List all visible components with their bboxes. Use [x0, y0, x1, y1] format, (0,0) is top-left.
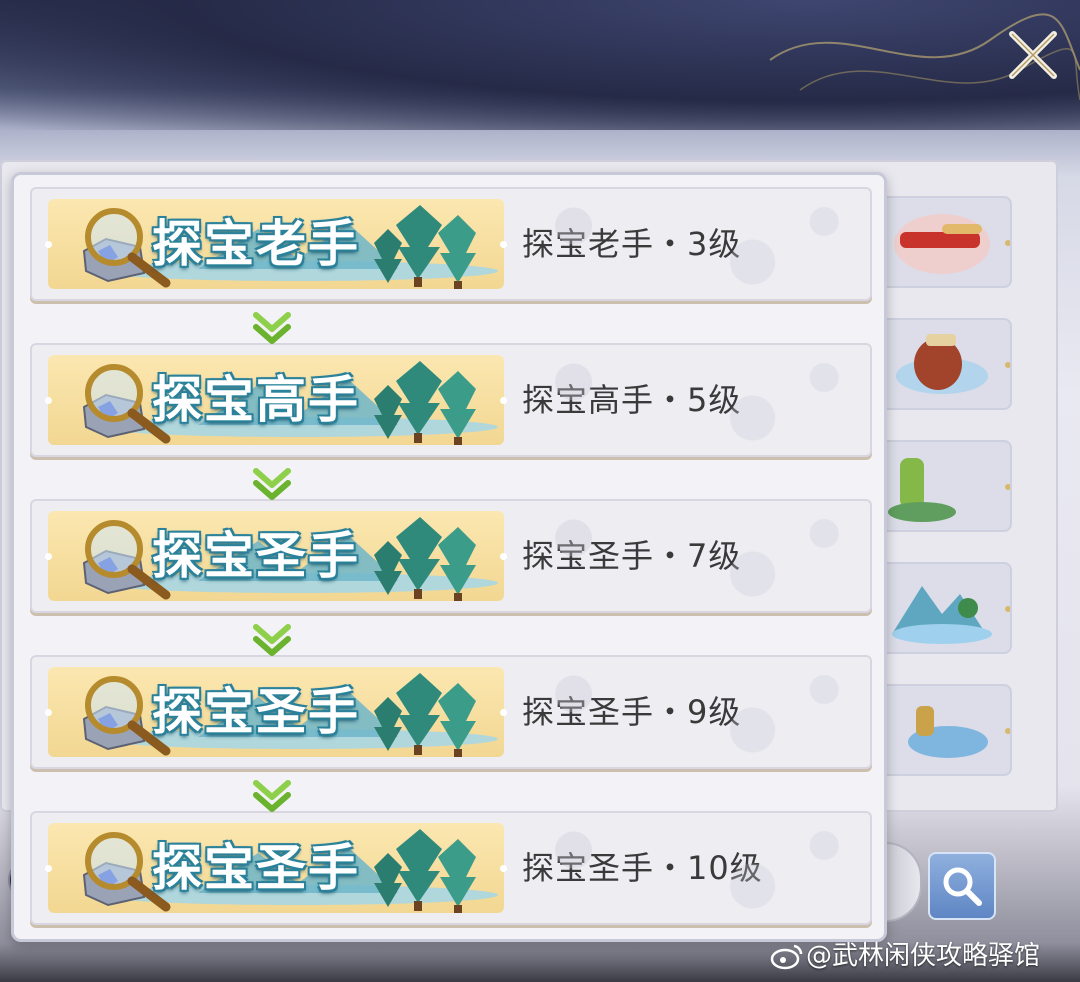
badge-dot	[500, 241, 507, 248]
side-dot	[1005, 728, 1010, 734]
rank-label: 探宝圣手・10级	[522, 849, 763, 887]
red-scroll-icon	[894, 214, 990, 274]
rank-label: 探宝老手・3级	[522, 225, 742, 263]
chevron-down-icon	[253, 468, 291, 500]
side-item-1[interactable]	[880, 196, 1012, 288]
rank-row[interactable]: 探宝圣手 探宝圣手・10级	[30, 811, 872, 925]
badge-dot	[45, 865, 52, 872]
green-lantern-icon	[888, 458, 956, 522]
search-icon	[943, 867, 982, 906]
side-dot	[1005, 362, 1010, 368]
badge-dot	[500, 865, 507, 872]
sky-background	[0, 0, 1080, 130]
badge-dot	[500, 397, 507, 404]
chevron-down-icon	[253, 312, 291, 344]
rank-label: 探宝圣手・7级	[522, 537, 742, 575]
search-button[interactable]	[928, 852, 996, 920]
rank-popup: 探宝老手 探宝老手・3级 探宝高手 探宝高手・5级 探宝圣手 探宝圣手・7级 探宝圣手 探宝圣…	[11, 172, 887, 942]
rank-badge: 探宝圣手	[45, 511, 507, 601]
rank-badge: 探宝高手	[45, 355, 507, 445]
watermark-text: @武林闲侠攻略驿馆	[806, 941, 1041, 971]
collapsed-button[interactable]	[886, 842, 922, 922]
side-item-2[interactable]	[880, 318, 1012, 410]
side-dot	[1005, 484, 1010, 490]
rank-row[interactable]: 探宝老手 探宝老手・3级	[30, 187, 872, 301]
side-dot	[1005, 606, 1010, 612]
badge-title: 探宝圣手	[152, 682, 360, 741]
badge-dot	[45, 553, 52, 560]
chevron-down-icon	[253, 780, 291, 812]
rank-badge: 探宝老手	[45, 199, 507, 289]
close-icon[interactable]	[1000, 22, 1066, 88]
cloud-scroll-icon	[908, 706, 988, 758]
mountain-travel-icon	[892, 586, 992, 644]
rank-row[interactable]: 探宝高手 探宝高手・5级	[30, 343, 872, 457]
side-item-5[interactable]	[880, 684, 1012, 776]
rank-badge: 探宝圣手	[45, 823, 507, 913]
badge-dot	[45, 709, 52, 716]
weibo-icon	[770, 944, 803, 970]
rank-row[interactable]: 探宝圣手 探宝圣手・9级	[30, 655, 872, 769]
chevron-down-icon	[253, 624, 291, 656]
side-item-3[interactable]	[880, 440, 1012, 532]
badge-dot	[500, 553, 507, 560]
wine-jar-icon	[896, 334, 988, 394]
badge-title: 探宝圣手	[152, 838, 360, 897]
badge-dot	[45, 397, 52, 404]
badge-dot	[500, 709, 507, 716]
rank-label: 探宝高手・5级	[522, 381, 742, 419]
side-item-4[interactable]	[880, 562, 1012, 654]
rank-label: 探宝圣手・9级	[522, 693, 742, 731]
badge-title: 探宝老手	[152, 214, 360, 273]
rank-row[interactable]: 探宝圣手 探宝圣手・7级	[30, 499, 872, 613]
badge-dot	[45, 241, 52, 248]
rank-badge: 探宝圣手	[45, 667, 507, 757]
badge-title: 探宝高手	[152, 370, 360, 429]
side-dot	[1005, 240, 1010, 246]
badge-title: 探宝圣手	[152, 526, 360, 585]
